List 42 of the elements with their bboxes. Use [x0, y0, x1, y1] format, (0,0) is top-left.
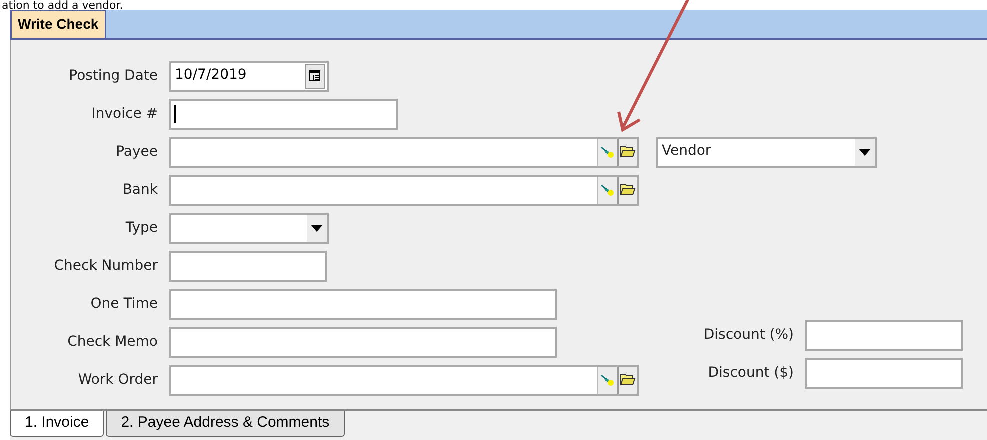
input-field[interactable] [169, 364, 639, 396]
field-value: 10/7/2019 [174, 66, 248, 84]
flashlight-icon [600, 373, 614, 387]
input-field[interactable] [169, 250, 327, 282]
folder-icon [620, 145, 636, 159]
folder-icon [620, 183, 636, 197]
input-field[interactable]: 10/7/2019 [169, 60, 329, 92]
window-tab[interactable]: Write Check [10, 10, 106, 38]
caption-text: ation to add a vendor. [2, 0, 124, 11]
input-field[interactable] [805, 358, 963, 388]
field-label: Check Number [53, 256, 159, 276]
input-field[interactable] [169, 326, 557, 358]
caret-icon [311, 224, 323, 232]
dropdown[interactable]: Vendor [656, 136, 877, 168]
field-label: Bank [122, 180, 159, 200]
calendar-button[interactable] [305, 64, 325, 88]
open-button[interactable] [617, 366, 637, 394]
page-tab[interactable]: 1. Invoice [10, 411, 104, 437]
field-label: Invoice # [90, 104, 159, 124]
folder-icon [620, 373, 636, 387]
input-field[interactable] [169, 288, 557, 320]
field-label: Check Memo [66, 332, 159, 352]
dropdown[interactable] [169, 212, 329, 244]
input-field[interactable] [169, 136, 639, 168]
dropdown-value: Vendor [661, 142, 712, 160]
field-label: One Time [90, 294, 159, 314]
input-field[interactable] [805, 320, 963, 350]
page-tab[interactable]: 2. Payee Address & Comments [106, 411, 345, 437]
open-button[interactable] [617, 176, 637, 204]
field-label: Discount ($) [708, 364, 794, 382]
flashlight-icon [600, 145, 614, 159]
field-label: Work Order [77, 370, 159, 390]
field-label: Type [124, 218, 159, 238]
open-button[interactable] [617, 138, 637, 166]
flashlight-icon [600, 183, 614, 197]
caret-icon [859, 148, 871, 156]
field-label: Discount (%) [704, 326, 794, 344]
field-label: Posting Date [68, 66, 159, 86]
field-label: Payee [115, 142, 159, 162]
calendar-icon [309, 70, 321, 82]
input-field[interactable] [169, 98, 398, 130]
input-field[interactable] [169, 174, 639, 206]
